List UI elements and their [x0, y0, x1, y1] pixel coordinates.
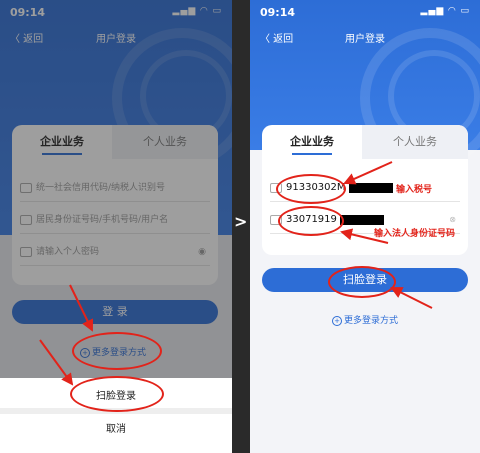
redaction-mask	[339, 214, 384, 225]
status-time: 09:14	[260, 6, 296, 19]
annotation-oval-face	[70, 376, 164, 412]
tab-personal-label: 个人业务	[393, 135, 437, 148]
nav-bar: 〈 返回 用户登录	[250, 30, 480, 46]
tab-underline	[292, 153, 332, 155]
plus-circle-icon: +	[332, 316, 342, 326]
tab-enterprise[interactable]: 企业业务	[262, 125, 362, 159]
annotation-oval-face	[328, 266, 396, 298]
more-login-label: 更多登录方式	[344, 316, 399, 326]
modal-overlay[interactable]	[0, 0, 232, 380]
status-icons: ▂▄▆ ◠ ▭	[420, 6, 470, 16]
page-title: 用户登录	[345, 34, 385, 45]
annotation-id-text: 输入法人身份证号码	[374, 229, 456, 239]
redaction-mask	[348, 182, 393, 193]
annotation-oval-more	[72, 332, 162, 370]
tab-enterprise-label: 企业业务	[290, 135, 334, 148]
right-screen: 09:14 ▂▄▆ ◠ ▭ 〈 返回 用户登录 企业业务 个人业务 913303…	[250, 0, 480, 453]
more-login-link[interactable]: + 更多登录方式	[332, 313, 398, 326]
sheet-cancel[interactable]: 取消	[0, 420, 232, 435]
annotation-oval-id	[278, 206, 344, 236]
left-screen: 09:14 ▂▄▆ ◠ ▭ 〈 返回 用户登录 企业业务 个人业务 统一社会信用…	[0, 0, 232, 453]
annotation-tax-text: 输入税号	[396, 185, 433, 195]
annotation-oval-tax	[276, 174, 346, 204]
next-arrow-icon: >	[234, 212, 248, 231]
screen-divider: >	[232, 0, 250, 453]
status-bar: 09:14 ▂▄▆ ◠ ▭	[260, 6, 470, 20]
tab-personal[interactable]: 个人业务	[362, 125, 468, 159]
